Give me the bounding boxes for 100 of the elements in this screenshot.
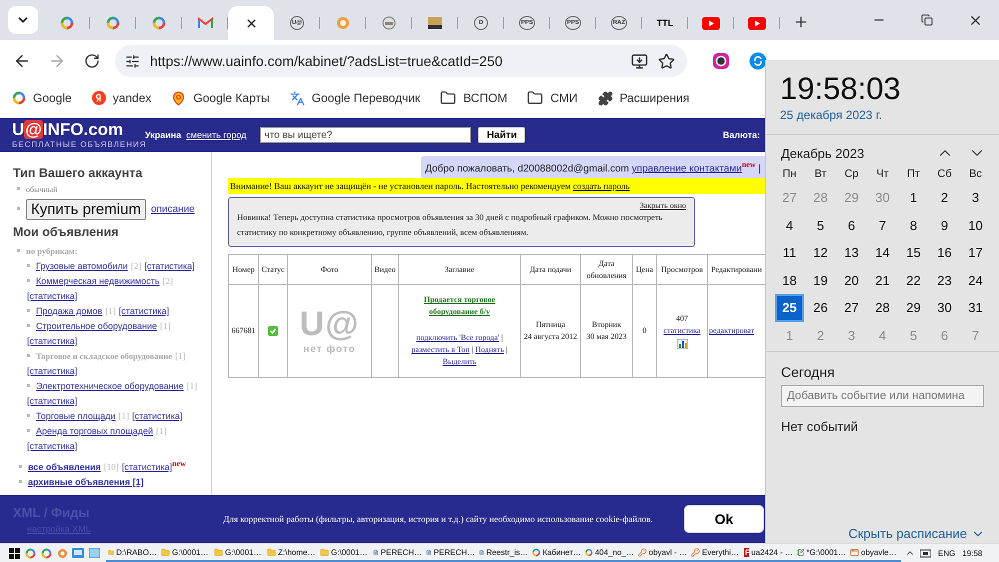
taskbar-window-button[interactable]: PERECH… — [424, 544, 477, 562]
ad-action-link[interactable]: Поднять — [475, 345, 504, 354]
taskbar-window-button[interactable]: D:\RABO… — [106, 544, 159, 562]
statistics-link[interactable]: [статистика] — [118, 306, 170, 316]
search-field[interactable]: что вы ищете? — [260, 127, 472, 143]
statistics-link[interactable]: [статистика] — [27, 396, 78, 406]
category-link[interactable]: Электротехническое оборудование — [36, 381, 184, 391]
category-link[interactable]: Коммерческая недвижимость — [36, 276, 160, 286]
close-window-link[interactable]: Закрыть окно — [640, 201, 686, 210]
statistics-link[interactable]: [статистика] — [27, 336, 78, 346]
calendar-day[interactable]: 7 — [868, 212, 897, 239]
calendar-day[interactable]: 13 — [837, 239, 866, 266]
search-button[interactable]: Найти — [478, 127, 526, 143]
statistics-link[interactable]: статистика — [664, 326, 700, 336]
calendar-day[interactable]: 18 — [775, 266, 804, 294]
browser-tab[interactable]: TTL — [642, 6, 688, 40]
calendar-day[interactable]: 15 — [899, 239, 928, 266]
language-indicator[interactable]: ENG — [938, 548, 956, 558]
category-link[interactable]: Строительное оборудование — [36, 321, 158, 331]
install-icon[interactable] — [631, 52, 648, 70]
bookmark-item[interactable]: Google Переводчик — [290, 90, 420, 106]
statistics-link[interactable]: [статистика] — [27, 291, 78, 301]
calendar-day[interactable]: 17 — [961, 239, 990, 266]
statistics-link[interactable]: [статистика] — [132, 411, 182, 421]
bookmark-item[interactable]: Расширения — [598, 90, 690, 106]
statistics-link[interactable]: [статистика] — [27, 366, 78, 376]
create-password-link[interactable]: создать пароль — [572, 181, 630, 192]
tab-search-button[interactable] — [8, 6, 38, 34]
premium-button[interactable]: Купить premium — [26, 198, 146, 220]
calendar-day[interactable]: 22 — [899, 266, 928, 294]
category-link[interactable]: Грузовые автомобили — [36, 261, 128, 271]
calendar-day[interactable]: 11 — [775, 239, 804, 266]
calendar-day[interactable]: 25 — [775, 294, 804, 322]
calendar-day[interactable]: 5 — [806, 212, 835, 239]
category-link[interactable]: Продажа домов — [36, 306, 102, 316]
bookmark-item[interactable]: yandex — [92, 91, 152, 105]
ad-action-link[interactable]: Выделить — [442, 357, 476, 366]
calendar-day[interactable]: 30 — [930, 294, 959, 322]
taskbar-window-button[interactable]: obyavl - … — [636, 544, 689, 562]
calendar-day[interactable]: 2 — [930, 184, 959, 212]
event-input-field[interactable]: Добавить событие или напомина — [781, 385, 984, 407]
statistics-link[interactable]: [статистика] — [122, 462, 172, 472]
calendar-day[interactable]: 24 — [961, 266, 990, 294]
taskbar-window-button[interactable]: G:\0001… — [212, 544, 265, 562]
change-city-link[interactable]: сменить город — [186, 130, 246, 140]
category-link[interactable]: Аренда торговых площадей — [36, 426, 154, 436]
calendar-day[interactable]: 9 — [930, 212, 959, 239]
taskbar-window-button[interactable]: Z:\home… — [265, 544, 318, 562]
camera-icon[interactable] — [712, 52, 730, 70]
bookmark-star-icon[interactable] — [658, 52, 675, 70]
category-link[interactable]: Торговые площади — [36, 411, 116, 421]
calendar-day[interactable]: 6 — [837, 212, 866, 239]
statistics-link[interactable]: [статистика] — [27, 441, 78, 451]
taskbar-window-button[interactable]: ua2424 - … — [742, 544, 795, 562]
calendar-day[interactable]: 4 — [775, 212, 804, 239]
ad-action-link[interactable]: подключить 'Все города' — [416, 333, 500, 342]
all-ads-link[interactable]: все объявления — [28, 462, 101, 472]
bookmark-item[interactable]: ВСПОМ — [440, 90, 508, 106]
taskbar-window-button[interactable]: *G:\0001… — [795, 544, 848, 562]
taskbar-window-button[interactable]: G:\0001… — [159, 544, 212, 562]
taskbar-window-button[interactable]: G:\0001… — [318, 544, 371, 562]
windows-start-icon[interactable] — [8, 548, 20, 558]
calendar-day[interactable]: 21 — [868, 266, 897, 294]
calendar-day[interactable]: 14 — [868, 239, 897, 266]
calendar-day[interactable]: 1 — [899, 184, 928, 212]
bookmark-item[interactable]: Google Карты — [171, 90, 270, 106]
bookmark-item[interactable]: СМИ — [527, 90, 578, 106]
calendar-day[interactable]: 16 — [930, 239, 959, 266]
calendar-day[interactable]: 3 — [961, 184, 990, 212]
calendar-day[interactable]: 10 — [961, 212, 990, 239]
ok-button[interactable]: Ok — [684, 505, 764, 533]
site-logo[interactable]: U@INFO.com — [12, 120, 145, 138]
site-settings-icon[interactable] — [125, 54, 140, 68]
app-icon[interactable] — [72, 548, 84, 558]
bookmark-item[interactable]: Google — [12, 91, 72, 105]
circle-icon[interactable] — [749, 52, 767, 70]
month-title[interactable]: Декабрь 2023 — [781, 146, 923, 160]
calendar-day[interactable]: 20 — [837, 266, 866, 294]
archive-link[interactable]: архивные объявления [1] — [28, 477, 144, 487]
ad-title-link[interactable]: Продается торговое оборудование б/у — [400, 294, 519, 318]
calendar-day[interactable]: 19 — [806, 266, 835, 294]
address-bar[interactable]: https://www.uainfo.com/kabinet/?adsList=true&catId=250 — [115, 45, 687, 77]
app-icon[interactable] — [88, 548, 100, 558]
calendar-day[interactable]: 26 — [806, 294, 835, 322]
calendar-day[interactable]: 31 — [961, 294, 990, 322]
calendar-day[interactable]: 28 — [868, 294, 897, 322]
description-link[interactable]: описание — [150, 204, 195, 214]
edit-link[interactable]: редактироват — [709, 326, 754, 336]
bar-chart-icon[interactable] — [676, 339, 688, 350]
calendar-day[interactable]: 12 — [806, 239, 835, 266]
calendar-day[interactable]: 8 — [899, 212, 928, 239]
contacts-link[interactable]: управление контактами — [632, 163, 742, 174]
hide-schedule-link[interactable]: Скрыть расписание — [848, 526, 985, 541]
date-link[interactable]: 25 декабря 2023 г. — [780, 106, 999, 124]
taskbar-window-button[interactable]: Кабинет… — [530, 544, 583, 562]
taskbar-window-button[interactable]: 404_no_… — [583, 544, 636, 562]
taskbar-clock[interactable]: 19:58 — [962, 548, 982, 558]
calendar-day[interactable]: 23 — [930, 266, 959, 294]
taskbar-window-button[interactable]: Reestr_is… — [477, 544, 530, 562]
statistics-link[interactable]: [статистика] — [144, 261, 195, 271]
